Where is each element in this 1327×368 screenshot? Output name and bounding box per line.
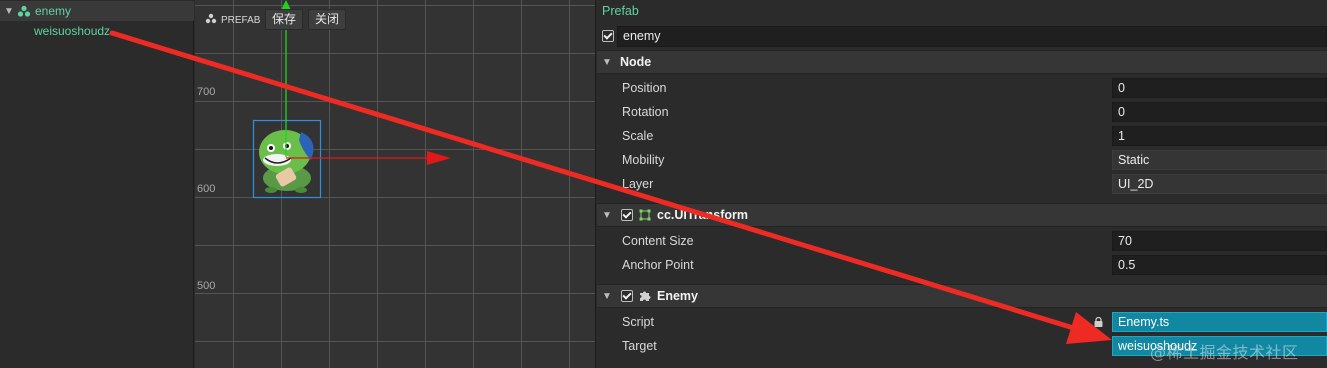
prop-row-anchor-point: Anchor Point 0.5 <box>597 253 1327 277</box>
prop-row-script: Script Enemy.ts <box>597 310 1327 334</box>
target-node-field[interactable]: weisuoshoudz <box>1112 336 1327 356</box>
gizmo-x-arrow <box>427 151 451 165</box>
section-enemy-script[interactable]: ▼ Enemy <box>597 284 1327 308</box>
tree-item-label: enemy <box>35 4 72 18</box>
section-node[interactable]: ▼ Node <box>597 50 1327 74</box>
chevron-down-icon[interactable]: ▼ <box>602 291 614 302</box>
section-title: Node <box>620 55 652 69</box>
prop-label: Rotation <box>622 105 669 119</box>
prop-label: Position <box>622 81 667 95</box>
prefab-node-icon <box>17 5 33 18</box>
scene-grid <box>195 0 595 368</box>
save-button[interactable]: 保存 <box>265 9 304 30</box>
prop-row-scale: Scale 1 <box>597 124 1327 148</box>
prop-row-layer: Layer UI_2D <box>597 172 1327 196</box>
prefab-tag-label: PREFAB <box>221 14 261 26</box>
prop-row-rotation: Rotation 0 <box>597 100 1327 124</box>
node-active-checkbox[interactable] <box>602 30 614 42</box>
prop-label: Mobility <box>622 153 665 167</box>
prop-row-target: Target weisuoshoudz <box>597 334 1327 358</box>
component-enabled-checkbox[interactable] <box>621 209 633 221</box>
content-size-field[interactable]: 70 <box>1112 231 1327 251</box>
tree-item-weisuoshoudz[interactable]: weisuoshoudz <box>0 21 194 41</box>
close-button[interactable]: 关闭 <box>308 9 347 30</box>
axis-label-500: 500 <box>197 280 216 292</box>
scale-field[interactable]: 1 <box>1112 126 1327 146</box>
hierarchy-panel: ▼ enemy weisuoshoudz <box>0 0 194 368</box>
transform-icon <box>639 209 651 221</box>
anchor-point-field[interactable]: 0.5 <box>1112 255 1327 275</box>
prop-row-mobility: Mobility Static <box>597 148 1327 172</box>
section-uitransform[interactable]: ▼ cc.UITransform <box>597 203 1327 227</box>
chevron-down-icon[interactable]: ▼ <box>602 210 614 221</box>
node-name-row: enemy <box>597 24 1327 48</box>
prefab-mode-tag: PREFAB <box>205 13 260 27</box>
tree-item-label: weisuoshoudz <box>34 24 111 38</box>
axis-label-600: 600 <box>197 183 216 195</box>
inspector-panel: Prefab enemy ▼ Node Position 0 Rotation … <box>597 0 1327 368</box>
layer-select[interactable]: UI_2D <box>1112 174 1327 194</box>
section-title: Enemy <box>657 289 698 303</box>
chevron-down-icon[interactable]: ▼ <box>4 6 14 17</box>
prop-label: Anchor Point <box>622 258 694 272</box>
prop-row-content-size: Content Size 70 <box>597 229 1327 253</box>
prop-label: Target <box>622 339 657 353</box>
inspector-title: Prefab <box>602 4 639 18</box>
tree-item-enemy[interactable]: ▼ enemy <box>0 1 194 21</box>
position-field[interactable]: 0 <box>1112 78 1327 98</box>
component-enabled-checkbox[interactable] <box>621 290 633 302</box>
prop-label: Content Size <box>622 234 694 248</box>
rotation-field[interactable]: 0 <box>1112 102 1327 122</box>
script-asset-field[interactable]: Enemy.ts <box>1112 312 1327 332</box>
prop-row-position: Position 0 <box>597 76 1327 100</box>
node-name-field[interactable]: enemy <box>617 26 1327 47</box>
section-title: cc.UITransform <box>657 208 749 222</box>
scene-view[interactable]: 700 600 500 PREFAB 保存 关闭 <box>195 0 596 368</box>
prefab-node-icon <box>205 13 217 27</box>
prop-label: Script <box>622 315 654 329</box>
prop-label: Layer <box>622 177 654 191</box>
chevron-down-icon[interactable]: ▼ <box>602 57 614 68</box>
lock-icon <box>1094 316 1103 330</box>
axis-label-700: 700 <box>197 86 216 98</box>
prop-label: Scale <box>622 129 654 143</box>
puzzle-icon <box>639 290 651 302</box>
mobility-select[interactable]: Static <box>1112 150 1327 170</box>
